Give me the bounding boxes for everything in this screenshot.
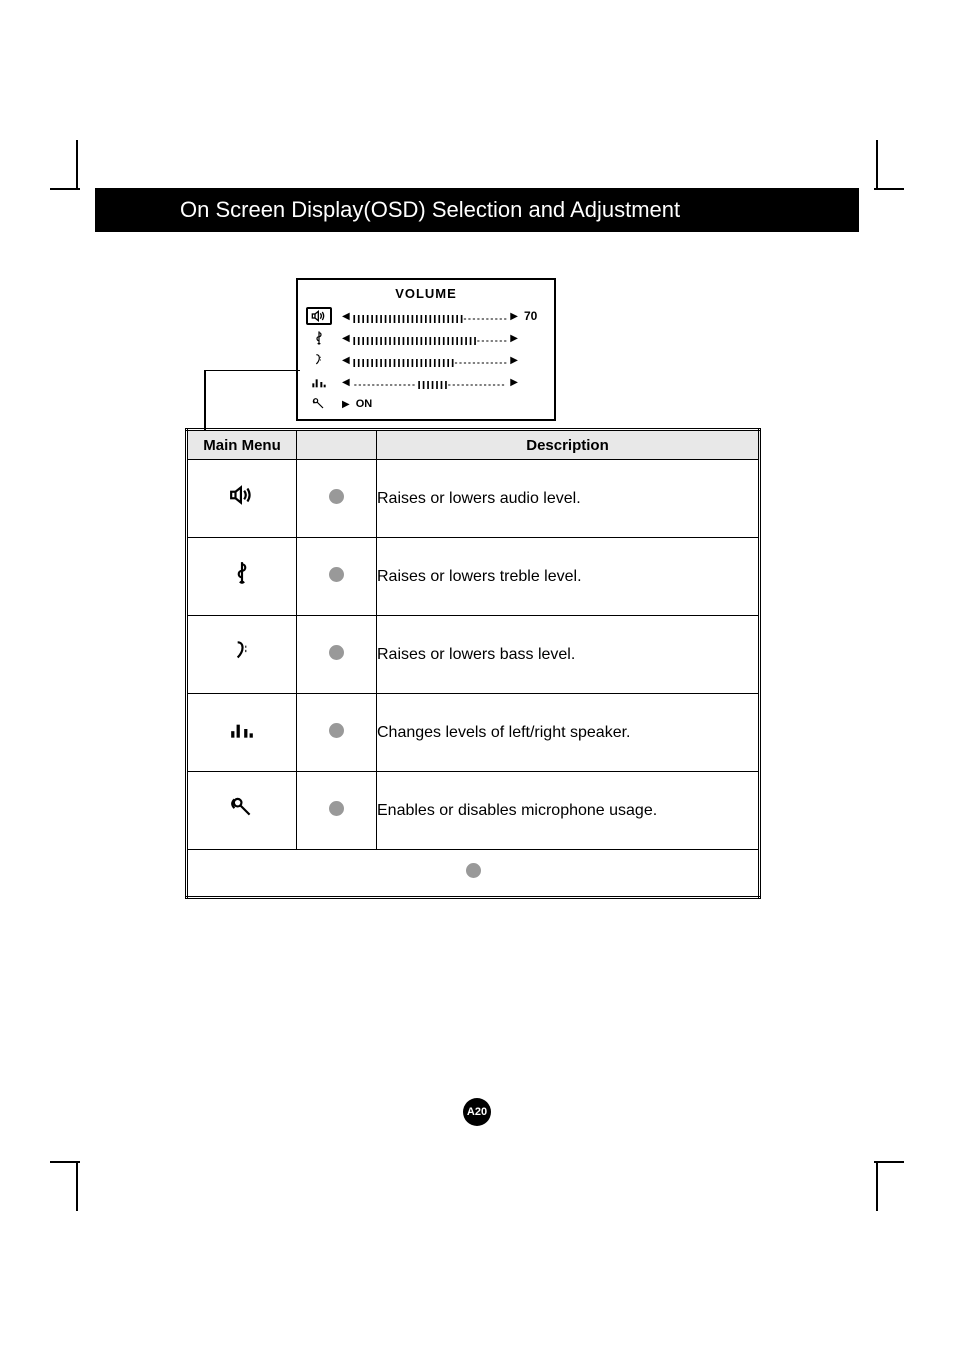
left-arrow-icon: ◀ — [342, 355, 350, 366]
header-main-menu: Main Menu — [187, 430, 297, 460]
crop-mark — [876, 1161, 878, 1211]
slider-track — [352, 311, 509, 321]
description-text: Raises or lowers bass level. — [377, 616, 760, 694]
indicator-dot — [297, 694, 377, 772]
section-header: On Screen Display(OSD) Selection and Adj… — [95, 188, 859, 232]
table-row: Raises or lowers audio level. — [187, 460, 760, 538]
slider-track — [352, 333, 509, 343]
left-arrow-icon: ◀ — [342, 377, 350, 388]
table-row: Raises or lowers treble level. — [187, 538, 760, 616]
treble-icon — [306, 329, 332, 347]
crop-mark — [50, 188, 80, 190]
footer-dot — [187, 850, 760, 898]
slider-track — [352, 355, 509, 365]
osd-row-volume: ◀ ▶ 70 — [298, 305, 554, 327]
header-description: Description — [377, 430, 760, 460]
osd-row-mic: ▶ ON — [298, 393, 554, 415]
crop-mark — [50, 1161, 80, 1163]
bass-icon — [306, 351, 332, 369]
crop-mark — [76, 140, 78, 190]
on-prefix: ▶ — [342, 399, 350, 410]
volume-icon — [187, 460, 297, 538]
osd-row-treble: ◀ ▶ — [298, 327, 554, 349]
left-arrow-icon: ◀ — [342, 333, 350, 344]
page-number-badge: A20 — [463, 1098, 491, 1126]
description-text: Raises or lowers audio level. — [377, 460, 760, 538]
osd-title: VOLUME — [298, 280, 554, 305]
balance-icon — [187, 694, 297, 772]
indicator-dot — [297, 616, 377, 694]
osd-slider-treble: ◀ ▶ — [332, 333, 546, 344]
crop-mark — [874, 188, 904, 190]
osd-value: 70 — [524, 309, 546, 323]
right-arrow-icon: ▶ — [510, 311, 518, 322]
osd-slider-volume: ◀ ▶ 70 — [332, 309, 546, 323]
description-text: Raises or lowers treble level. — [377, 538, 760, 616]
description-text: Enables or disables microphone usage. — [377, 772, 760, 850]
page-number: A20 — [467, 1106, 487, 1118]
right-arrow-icon: ▶ — [510, 333, 518, 344]
osd-row-balance: ◀ ▶ — [298, 371, 554, 393]
osd-volume-panel: VOLUME ◀ ▶ 70 ◀ — [296, 278, 556, 421]
right-arrow-icon: ▶ — [510, 355, 518, 366]
table-row: Raises or lowers bass level. — [187, 616, 760, 694]
on-label: ON — [356, 398, 373, 410]
crop-mark — [874, 1161, 904, 1163]
osd-row-bass: ◀ ▶ — [298, 349, 554, 371]
volume-icon — [306, 307, 332, 325]
table-footer-row — [187, 850, 760, 898]
section-title: On Screen Display(OSD) Selection and Adj… — [180, 197, 680, 223]
indicator-dot — [297, 538, 377, 616]
header-blank — [297, 430, 377, 460]
treble-icon — [187, 538, 297, 616]
crop-mark — [76, 1161, 78, 1211]
osd-on-row: ▶ ON — [332, 398, 546, 410]
osd-slider-balance: ◀ ▶ — [332, 377, 546, 388]
osd-description-table: Main Menu Description Raises or lowers a… — [185, 428, 761, 899]
osd-slider-bass: ◀ ▶ — [332, 355, 546, 366]
crop-mark — [876, 140, 878, 190]
table-row: Changes levels of left/right speaker. — [187, 694, 760, 772]
table-row: Enables or disables microphone usage. — [187, 772, 760, 850]
mic-icon — [187, 772, 297, 850]
description-text: Changes levels of left/right speaker. — [377, 694, 760, 772]
left-arrow-icon: ◀ — [342, 311, 350, 322]
indicator-dot — [297, 460, 377, 538]
bass-icon — [187, 616, 297, 694]
right-arrow-icon: ▶ — [510, 377, 518, 388]
indicator-dot — [297, 772, 377, 850]
slider-track — [352, 377, 509, 387]
